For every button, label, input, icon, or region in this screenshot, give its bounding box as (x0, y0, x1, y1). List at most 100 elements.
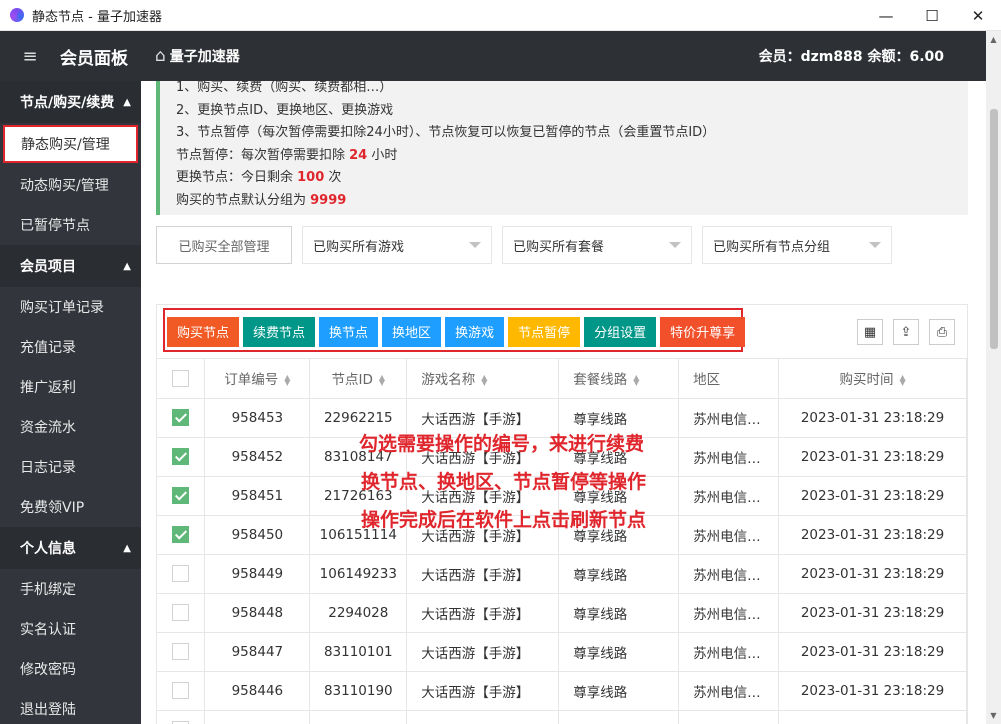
sidebar-group-label: 节点/购买/续费 (20, 95, 115, 111)
checkbox-cell[interactable] (157, 554, 206, 594)
table-row[interactable]: 958447 83110101 大话西游【手游】 尊享线路 苏州电信… 2023-01-3… (157, 632, 967, 672)
maximize-icon[interactable]: ☐ (909, 0, 955, 31)
sidebar-item-paused-nodes[interactable]: 已暂停节点 (0, 205, 141, 245)
scroll-down-icon[interactable]: ▼ (986, 711, 1001, 720)
sort-icon[interactable]: ▲ ▼ (481, 374, 487, 387)
dropdown-arrow-icon (669, 242, 681, 248)
scroll-up-icon[interactable]: ▲ (986, 35, 1001, 44)
checkbox-cell[interactable] (157, 437, 206, 477)
pause-node-button[interactable]: 节点暂停 (508, 316, 581, 347)
checkbox-cell[interactable] (157, 632, 206, 672)
row-checkbox[interactable] (172, 604, 190, 621)
menu-toggle-icon[interactable]: ≡ (0, 46, 60, 67)
notice-line: 3、节点暂停（每次暂停需要扣除24小时）、节点恢复可以恢复已暂停的节点（会重置节… (176, 125, 716, 140)
annotation-line: 换节点、换地区、节点暂停等操作 (361, 471, 647, 493)
row-checkbox[interactable] (172, 682, 190, 699)
default-group: 9999 (310, 192, 347, 208)
column-header[interactable]: 节点ID ▲ ▼ (309, 359, 408, 399)
game-name-cell: 大话西游【手游】 (406, 554, 560, 594)
sidebar-group-member[interactable]: 会员项目 ▲ (0, 245, 141, 287)
table-toolbar: 购买节点 续费节点 换节点 换地区 换游戏 节点暂停 分组设置 特价升尊享 ▦ … (157, 305, 967, 359)
sidebar-item-funds[interactable]: 资金流水 (0, 407, 141, 447)
notice-change: 更换节点：今日剩余 100 次 (176, 167, 968, 190)
checkbox-cell[interactable] (157, 476, 206, 516)
column-header[interactable]: 地区 (678, 359, 780, 399)
select-all-checkbox[interactable] (172, 369, 190, 387)
sort-icon[interactable]: ▲ ▼ (284, 374, 290, 387)
column-header[interactable]: 套餐线路 ▲ ▼ (558, 359, 680, 399)
sort-icon[interactable]: ▲ ▼ (379, 374, 385, 387)
table-row[interactable]: 95844583110188大话西游【手游】尊享线路苏州电信…2023-01-3… (157, 710, 967, 724)
table-row[interactable]: 958448 2294028 大话西游【手游】 尊享线路 苏州电信… 2023-01-31… (157, 593, 967, 633)
table-tools: ▦ ⇪ ⎙ (847, 319, 955, 345)
column-header[interactable]: 购买时间 ▲ ▼ (778, 359, 967, 399)
row-checkbox[interactable] (172, 448, 190, 465)
buy-node-button[interactable]: 购买节点 (167, 316, 240, 347)
change-region-button[interactable]: 换地区 (382, 316, 442, 347)
purchase-time-cell: 2023-01-31 23:18:29 (778, 437, 967, 477)
app-name-link[interactable]: 量子加速器 (170, 46, 240, 66)
sidebar-item-logout[interactable]: 退出登陆 (0, 689, 141, 724)
renew-node-button[interactable]: 续费节点 (243, 316, 316, 347)
columns-icon[interactable]: ▦ (857, 319, 883, 345)
row-checkbox[interactable] (172, 487, 190, 504)
change-node-button[interactable]: 换节点 (319, 316, 379, 347)
column-header[interactable]: 游戏名称 ▲ ▼ (406, 359, 560, 399)
table-row[interactable]: 958446 83110190 大话西游【手游】 尊享线路 苏州电信… 2023-01-3… (157, 671, 967, 711)
checkbox-cell[interactable] (157, 515, 206, 555)
region-cell: 苏州电信… (678, 632, 780, 672)
sidebar-item-dynamic-buy[interactable]: 动态购买/管理 (0, 165, 141, 205)
group-settings-button[interactable]: 分组设置 (584, 316, 657, 347)
sort-icon[interactable]: ▲ ▼ (899, 374, 905, 387)
row-checkbox[interactable] (172, 526, 190, 543)
sidebar-item-static-buy[interactable]: 静态购买/管理 (3, 125, 138, 163)
sidebar-item-free-vip[interactable]: 免费领VIP (0, 487, 141, 527)
scroll-thumb[interactable] (990, 109, 998, 349)
group-select[interactable]: 已购买所有节点分组 (702, 226, 892, 264)
row-checkbox[interactable] (172, 565, 190, 582)
region-cell: 苏州电信… (678, 437, 780, 477)
checkbox-cell[interactable] (157, 398, 206, 438)
table-header-row: 订单编号 ▲ ▼ 节点ID ▲ ▼ 游戏名称 ▲ ▼ 套餐线路 ▲ ▼ 地区 购买时间 ▲ ▼ (157, 359, 967, 399)
sidebar-item-phone[interactable]: 手机绑定 (0, 569, 141, 609)
sidebar-item-orders[interactable]: 购买订单记录 (0, 287, 141, 327)
sidebar-group-personal[interactable]: 个人信息 ▲ (0, 527, 141, 569)
table-row[interactable]: 958449 106149233 大话西游【手游】 尊享线路 苏州电信… 2023-01-… (157, 554, 967, 594)
plan-select[interactable]: 已购买所有套餐 (502, 226, 692, 264)
checkbox-cell[interactable] (157, 710, 206, 724)
annotation-line: 操作完成后在软件上点击刷新节点 (361, 509, 647, 531)
sidebar-item-realname[interactable]: 实名认证 (0, 609, 141, 649)
change-game-button[interactable]: 换游戏 (445, 316, 505, 347)
checkbox-cell[interactable] (157, 593, 206, 633)
close-icon[interactable]: ✕ (955, 0, 1001, 31)
checkbox-cell[interactable] (157, 671, 206, 711)
column-header[interactable]: 订单编号 ▲ ▼ (204, 359, 311, 399)
upgrade-button[interactable]: 特价升尊享 (660, 316, 746, 347)
window-controls: — ☐ ✕ (863, 0, 1001, 31)
export-icon[interactable]: ⇪ (893, 319, 919, 345)
select-all-cell[interactable] (157, 359, 206, 399)
home-icon[interactable]: ⌂ (155, 46, 166, 66)
select-value: 已购买所有套餐 (513, 239, 605, 255)
row-checkbox[interactable] (172, 643, 190, 660)
main-content: 1、购买、续费（购买、续费都相…） 2、更换节点ID、更换地区、更换游戏 3、节… (141, 81, 986, 724)
game-select[interactable]: 已购买所有游戏 (302, 226, 492, 264)
sidebar-group-label: 个人信息 (20, 541, 76, 557)
sidebar-item-recharge[interactable]: 充值记录 (0, 327, 141, 367)
print-icon[interactable]: ⎙ (929, 319, 955, 345)
sidebar-item-referral[interactable]: 推广返利 (0, 367, 141, 407)
purchase-time-cell: 2023-01-31 23:18:29 (778, 515, 967, 555)
notice-text: 次 (324, 170, 342, 185)
sidebar-item-password[interactable]: 修改密码 (0, 649, 141, 689)
sidebar-item-logs[interactable]: 日志记录 (0, 447, 141, 487)
purchase-time-cell: 2023-01-31 23:18:29 (778, 593, 967, 633)
all-manage-button[interactable]: 已购买全部管理 (156, 226, 292, 264)
sidebar-group-nodes[interactable]: 节点/购买/续费 ▲ (0, 81, 141, 123)
vertical-scrollbar[interactable]: ▲ ▼ (986, 31, 1001, 724)
instruction-annotation: 勾选需要操作的编号，来进行续费 换节点、换地区、节点暂停等操作 操作完成后在软件… (359, 425, 646, 539)
sort-icon[interactable]: ▲ ▼ (633, 374, 639, 387)
minimize-icon[interactable]: — (863, 0, 909, 31)
row-checkbox[interactable] (172, 409, 190, 426)
caret-up-icon: ▲ (123, 542, 131, 554)
plan-cell: 尊享线路 (558, 554, 680, 594)
